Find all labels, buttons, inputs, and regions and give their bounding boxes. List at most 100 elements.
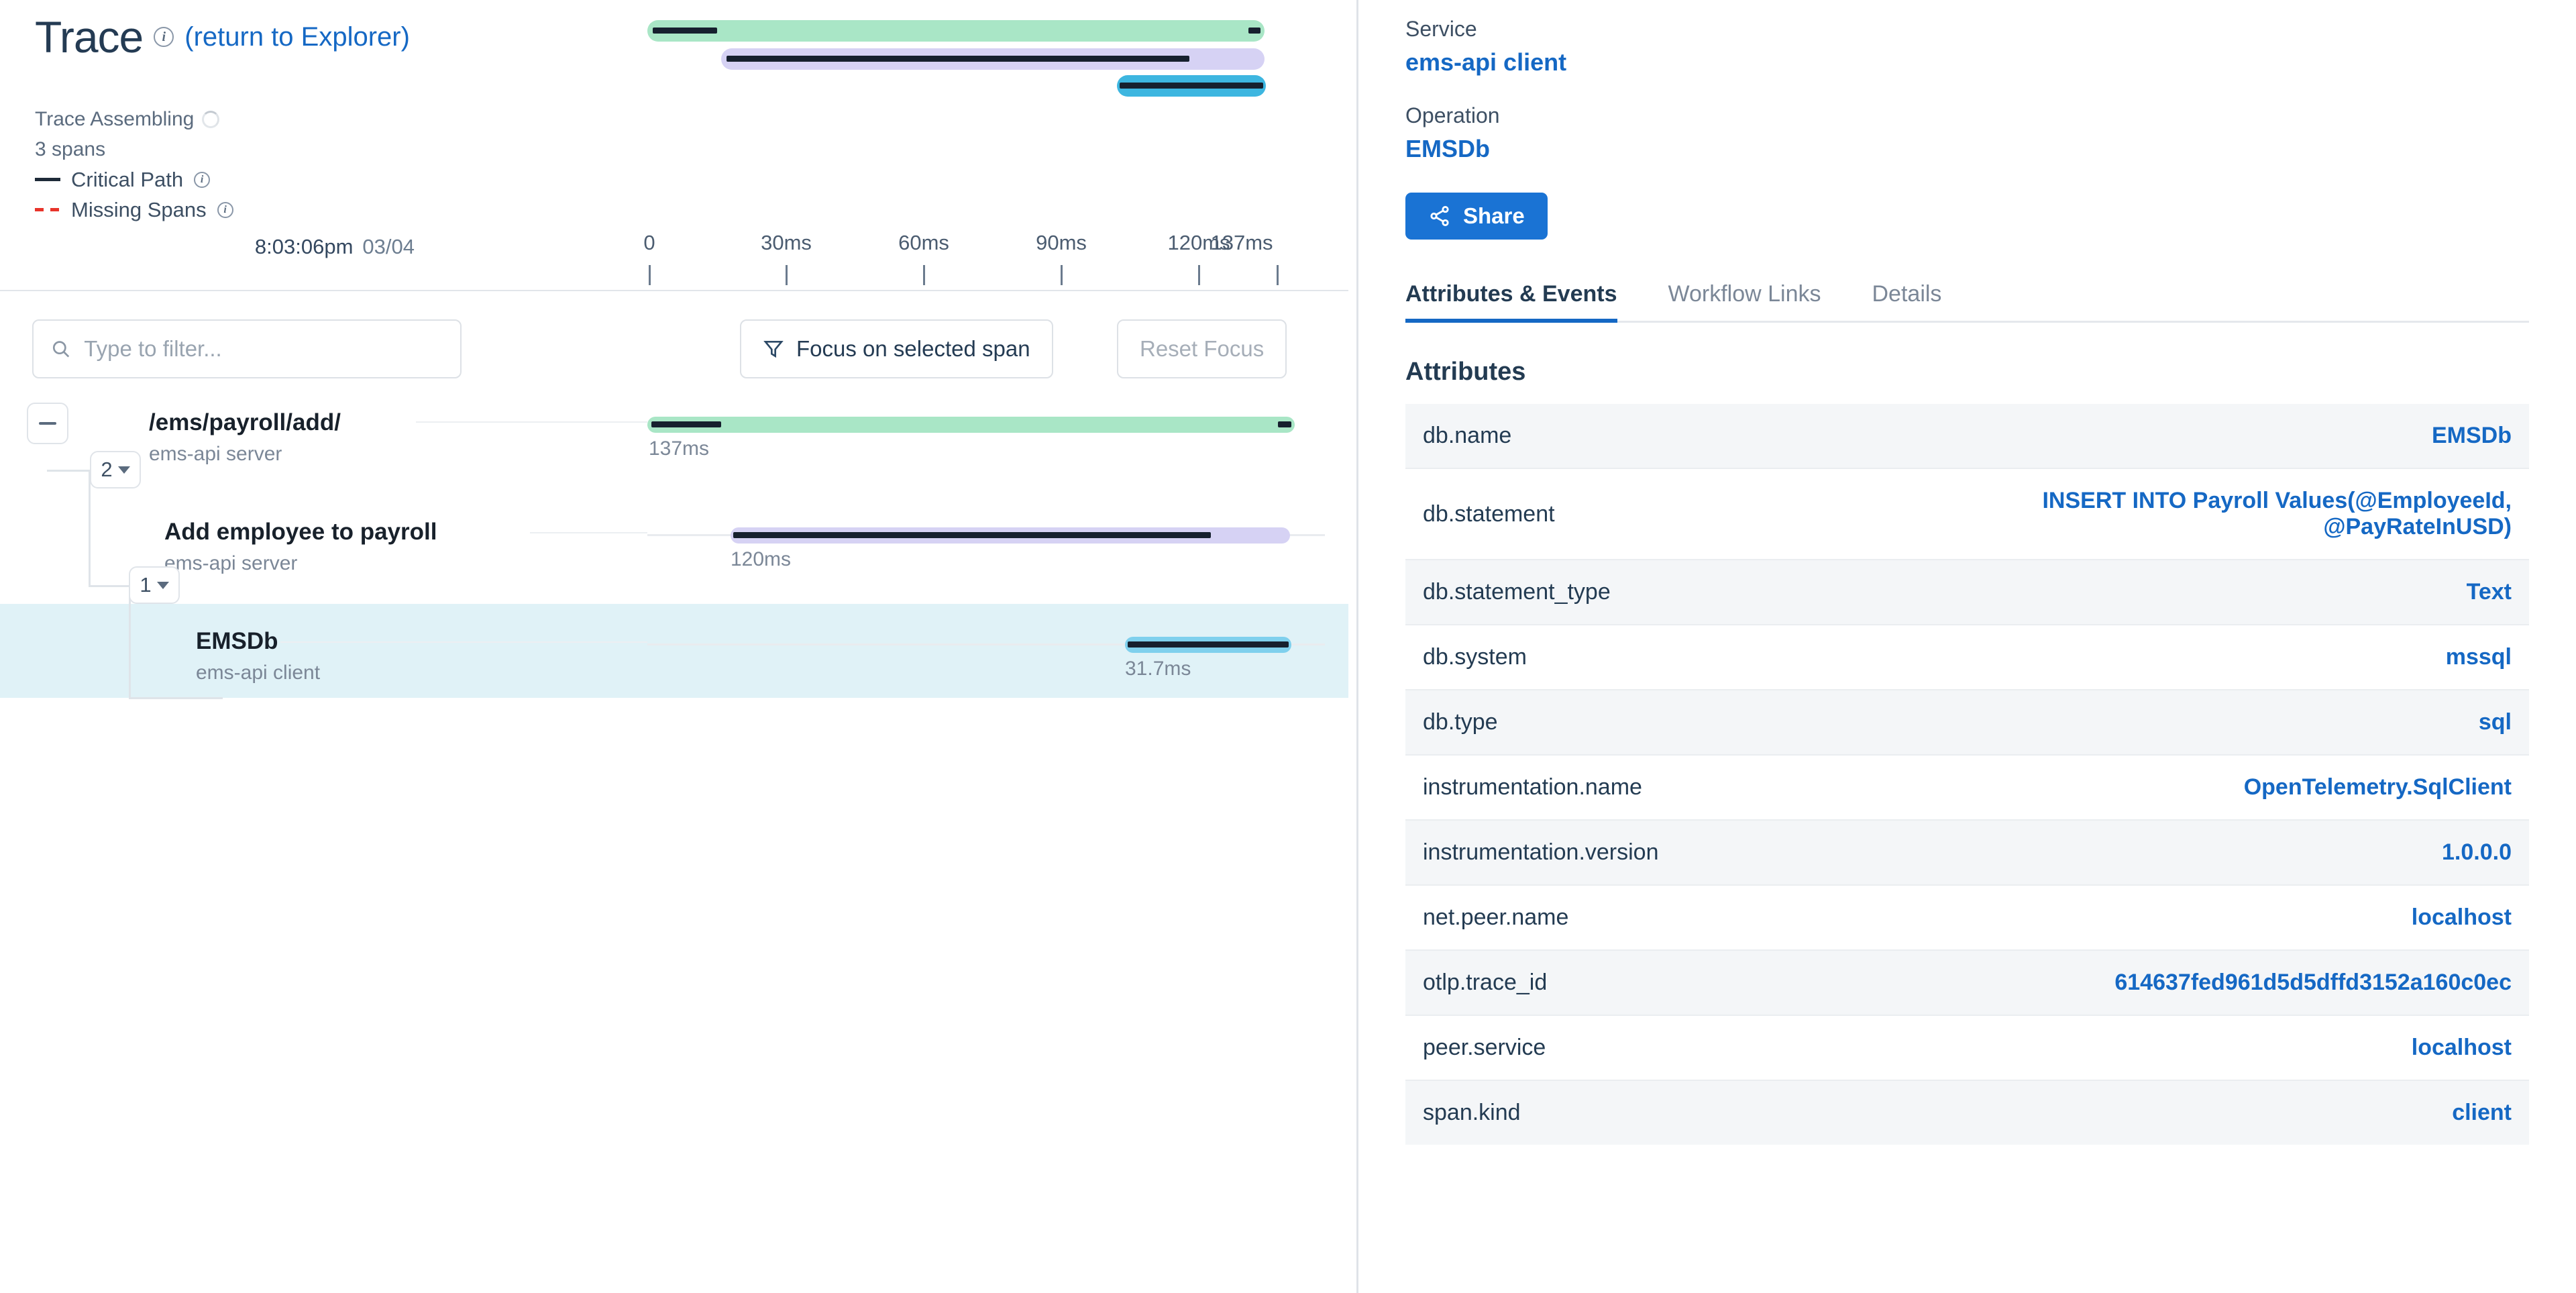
attribute-value[interactable]: OpenTelemetry.SqlClient — [1900, 754, 2529, 820]
operation-value[interactable]: EMSDb — [1405, 135, 2529, 163]
table-row[interactable]: db.name EMSDb — [1405, 404, 2529, 468]
minimap-critical-0 — [653, 28, 717, 34]
chevron-down-icon — [156, 581, 169, 589]
row-guideline — [530, 532, 647, 533]
service-value[interactable]: ems-api client — [1405, 48, 2529, 76]
critical-path-segment — [651, 421, 721, 427]
service-field: Service ems-api client — [1405, 17, 2529, 76]
timeline-axis: 8:03:06pm 03/04 0 30ms 60ms 90ms 120ms 13… — [0, 228, 1348, 290]
minimap-bar-1 — [721, 48, 1265, 70]
tree-line-v0 — [89, 470, 91, 587]
attribute-key: instrumentation.version — [1405, 819, 1900, 885]
span-count-label: 3 spans — [35, 138, 106, 160]
attribute-value[interactable]: EMSDb — [1900, 404, 2529, 468]
span-rows: /ems/payroll/add/ ems-api server 137ms A… — [0, 389, 1348, 698]
attribute-value[interactable]: INSERT INTO Payroll Values(@EmployeeId, … — [1900, 468, 2529, 560]
axis-divider — [0, 290, 1348, 291]
table-row[interactable]: db.type sql — [1405, 689, 2529, 755]
span-count-row: 3 spans — [35, 134, 233, 164]
critical-path-label: Critical Path — [71, 168, 184, 191]
chip-count-label: 1 — [140, 573, 152, 597]
filter-funnel-icon — [763, 341, 784, 358]
trace-minimap[interactable] — [647, 19, 1291, 99]
axis-start-date: 03/04 — [362, 235, 415, 258]
table-row[interactable]: db.statement INSERT INTO Payroll Values(… — [1405, 468, 2529, 560]
reset-focus-button[interactable]: Reset Focus — [1117, 319, 1287, 378]
critical-path-segment — [733, 532, 1211, 538]
child-count-chip-2[interactable]: 2 — [90, 451, 141, 488]
focus-on-selected-span-button[interactable]: Focus on selected span — [740, 319, 1053, 378]
axis-tickmark-1 — [786, 265, 788, 285]
tab-workflow-links[interactable]: Workflow Links — [1643, 281, 1847, 321]
title-row: Trace i (return to Explorer) — [35, 15, 410, 59]
attribute-value[interactable]: localhost — [1900, 1015, 2529, 1080]
child-count-chip-1[interactable]: 1 — [129, 566, 180, 604]
table-row[interactable]: instrumentation.version 1.0.0.0 — [1405, 819, 2529, 885]
table-row[interactable]: instrumentation.name OpenTelemetry.SqlCl… — [1405, 754, 2529, 820]
table-row[interactable]: db.system mssql — [1405, 624, 2529, 690]
span-bar-area[interactable]: 137ms — [647, 389, 1325, 471]
table-row[interactable]: otlp.trace_id 614637fed961d5d5dffd3152a1… — [1405, 949, 2529, 1015]
attribute-value[interactable]: 1.0.0.0 — [1900, 819, 2529, 885]
chip-count-label: 2 — [101, 458, 113, 481]
span-bar-area[interactable]: 31.7ms — [647, 609, 1325, 691]
span-service: ems-api client — [196, 662, 321, 684]
tab-attributes-and-events[interactable]: Attributes & Events — [1405, 281, 1643, 323]
attribute-value[interactable]: localhost — [1900, 884, 2529, 950]
span-bar[interactable] — [647, 417, 1295, 433]
axis-tickmark-0 — [649, 265, 651, 285]
critical-path-segment-end — [1278, 421, 1291, 427]
axis-start-time: 8:03:06pm 03/04 — [255, 235, 415, 259]
table-row[interactable]: peer.service localhost — [1405, 1015, 2529, 1080]
info-icon[interactable]: i — [194, 171, 211, 188]
axis-tickmark-3 — [1061, 265, 1063, 285]
axis-start-clock: 8:03:06pm — [254, 235, 354, 258]
tree-line-h1 — [89, 585, 130, 587]
operation-label: Operation — [1405, 103, 1500, 127]
attribute-key: peer.service — [1405, 1015, 1900, 1080]
table-row-selected[interactable]: EMSDb ems-api client 31.7ms — [0, 604, 1348, 698]
trace-detail-page: Trace i (return to Explorer) Trace Assem… — [0, 0, 2576, 1293]
search-icon — [52, 341, 70, 358]
return-to-explorer-link[interactable]: (return to Explorer) — [184, 22, 410, 52]
table-row[interactable]: /ems/payroll/add/ ems-api server 137ms — [0, 389, 1348, 486]
info-icon[interactable]: i — [154, 27, 174, 47]
tab-details[interactable]: Details — [1847, 281, 1968, 321]
axis-tickmark-5 — [1277, 265, 1279, 285]
axis-track: 0 30ms 60ms 90ms 120ms 137ms — [643, 228, 1295, 290]
span-service: ems-api server — [164, 552, 298, 574]
span-details-panel: Service ems-api client Operation EMSDb S… — [1358, 0, 2576, 1293]
span-bar-area[interactable]: 120ms — [647, 500, 1325, 582]
axis-tick-3: 90ms — [1036, 231, 1087, 254]
table-row[interactable]: net.peer.name localhost — [1405, 884, 2529, 950]
attributes-section-title: Attributes — [1405, 358, 1526, 386]
axis-tick-0: 0 — [643, 231, 655, 254]
search-input[interactable] — [84, 336, 443, 362]
axis-tick-1: 30ms — [761, 231, 812, 254]
table-row[interactable]: db.statement_type Text — [1405, 559, 2529, 625]
attribute-value[interactable]: sql — [1900, 689, 2529, 755]
page-title: Trace — [35, 12, 144, 62]
attribute-value[interactable]: 614637fed961d5d5dffd3152a160c0ec — [1900, 949, 2529, 1015]
tree-line-h0 — [47, 470, 90, 472]
focus-button-label: Focus on selected span — [796, 336, 1030, 361]
attribute-key: net.peer.name — [1405, 884, 1900, 950]
info-icon[interactable]: i — [217, 201, 233, 218]
table-row[interactable]: Add employee to payroll ems-api server 1… — [0, 486, 1348, 604]
attribute-value[interactable]: Text — [1900, 559, 2529, 625]
span-service: ems-api server — [149, 443, 282, 465]
share-button[interactable]: Share — [1405, 193, 1548, 240]
span-name: EMSDb — [196, 628, 278, 654]
attribute-value[interactable]: mssql — [1900, 624, 2529, 690]
axis-tickmark-2 — [923, 265, 925, 285]
table-row[interactable]: span.kind client — [1405, 1080, 2529, 1145]
details-tabs: Attributes & Events Workflow Links Detai… — [1405, 281, 2529, 323]
attribute-key: db.statement — [1405, 468, 1900, 560]
attribute-value[interactable]: client — [1900, 1080, 2529, 1145]
attribute-key: db.system — [1405, 624, 1900, 690]
filter-box[interactable] — [32, 319, 462, 378]
span-name: /ems/payroll/add/ — [149, 409, 341, 435]
span-duration: 31.7ms — [1125, 658, 1191, 680]
attribute-key: otlp.trace_id — [1405, 949, 1900, 1015]
span-duration: 120ms — [731, 548, 792, 570]
